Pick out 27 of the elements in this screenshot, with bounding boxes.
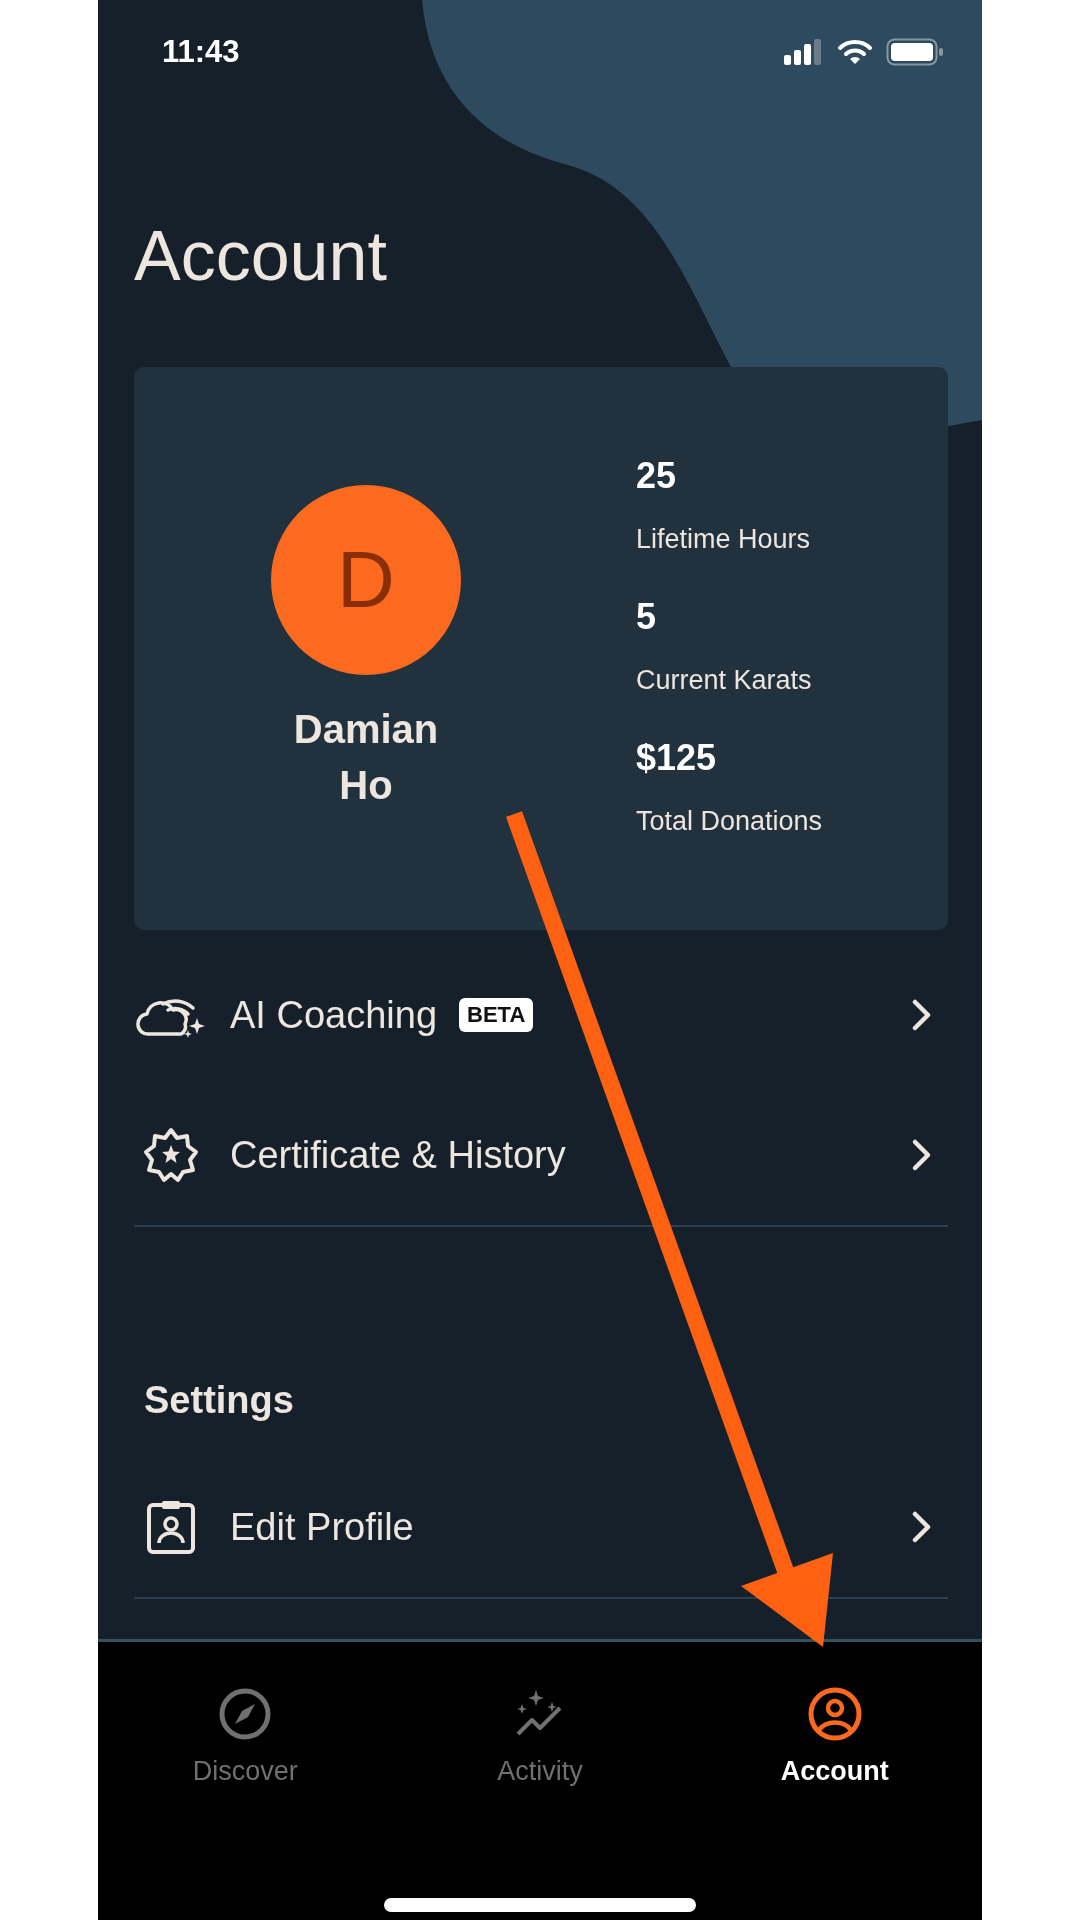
menu-item[interactable]: AI Coaching BETA [134,945,948,1085]
menu-label: Edit Profile [230,1505,414,1549]
section-heading: Settings [144,1378,295,1423]
stat-value: $125 [636,736,718,780]
battery-icon [886,38,944,66]
menu-item[interactable]: Certificate & History [134,1085,948,1225]
tab[interactable]: Account [687,1686,982,1787]
menu-item[interactable]: Edit Profile [134,1457,948,1597]
tab[interactable]: Activity [392,1686,688,1787]
beta-badge: BETA [459,998,534,1032]
user-name: Damian Ho [292,705,440,809]
signal-icon [784,39,824,65]
tab[interactable]: Discover [98,1686,393,1787]
user-circle-icon [806,1686,863,1742]
stat-value: 25 [636,454,678,498]
avatar: D [271,484,461,675]
stat-label: Current Karats [636,664,813,697]
stat-label: Total Donations [636,805,823,838]
menu-label: AI Coaching [230,993,437,1037]
id-card-icon [145,1499,197,1555]
wifi-icon [838,39,872,65]
stat-value: 5 [636,595,658,639]
star-badge-icon [143,1127,199,1183]
page-title: Account [134,216,388,296]
stat-label: Lifetime Hours [636,523,812,556]
status-time: 11:43 [162,34,240,70]
menu-label: Certificate & History [230,1133,566,1177]
